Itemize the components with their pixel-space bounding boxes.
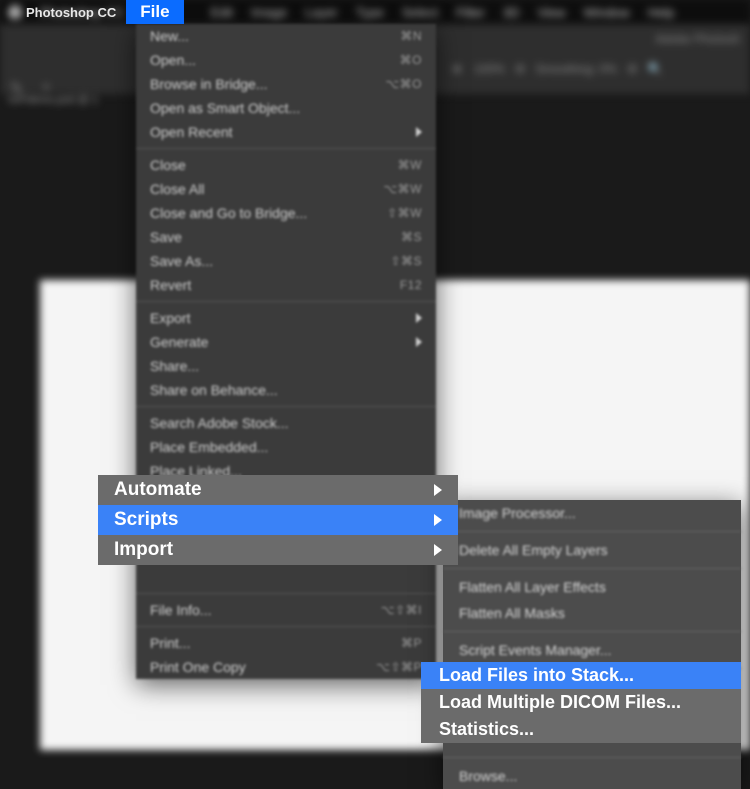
menu-item-new[interactable]: New...⌘N	[136, 24, 436, 48]
menu-item-print-one[interactable]: Print One Copy⌥⇧⌘P	[136, 655, 436, 679]
separator	[443, 568, 741, 569]
scripts-submenu: Image Processor... Delete All Empty Laye…	[443, 500, 741, 789]
scripts-submenu-focus: Load Files into Stack... Load Multiple D…	[421, 662, 741, 743]
submenu-statistics[interactable]: Statistics...	[421, 716, 741, 743]
submenu-browse[interactable]: Browse...	[443, 763, 741, 789]
menu-item-automate[interactable]: Automate	[98, 475, 458, 505]
menu-item-file-info[interactable]: File Info...⌥⇧⌘I	[136, 598, 436, 622]
separator	[136, 301, 436, 302]
menu-item-close-bridge[interactable]: Close and Go to Bridge...⇧⌘W	[136, 201, 436, 225]
chevron-right-icon	[434, 514, 442, 526]
document-tab: GIFdemo.psd @ 1	[8, 94, 98, 106]
menu-item-save[interactable]: Save⌘S	[136, 225, 436, 249]
menu-file[interactable]: File	[126, 0, 183, 24]
submenu-delete-empty[interactable]: Delete All Empty Layers	[443, 537, 741, 563]
chevron-right-icon	[434, 544, 442, 556]
separator	[443, 531, 741, 532]
app-name: Photoshop CC	[0, 5, 126, 20]
chevron-right-icon	[416, 337, 422, 347]
menu-item-scripts[interactable]: Scripts	[98, 505, 458, 535]
menu-item-close[interactable]: Close⌘W	[136, 153, 436, 177]
chevron-right-icon	[416, 127, 422, 137]
file-menu: New...⌘N Open...⌘O Browse in Bridge...⌥⌘…	[136, 24, 436, 679]
menu-item-browse-bridge[interactable]: Browse in Bridge...⌥⌘O	[136, 72, 436, 96]
submenu-load-stack[interactable]: Load Files into Stack...	[421, 662, 741, 689]
menu-item-revert[interactable]: RevertF12	[136, 273, 436, 297]
menu-item-generate[interactable]: Generate	[136, 330, 436, 354]
separator	[136, 406, 436, 407]
submenu-image-processor[interactable]: Image Processor...	[443, 500, 741, 526]
separator	[136, 593, 436, 594]
options-row: 100% ⚙ Smoothing: 0% ⚙ 🔍	[450, 62, 663, 76]
submenu-flatten-masks[interactable]: Flatten All Masks	[443, 600, 741, 626]
menu-item-print[interactable]: Print...⌘P	[136, 631, 436, 655]
separator	[443, 631, 741, 632]
menu-item-export[interactable]: Export	[136, 306, 436, 330]
submenu-load-dicom[interactable]: Load Multiple DICOM Files...	[421, 689, 741, 716]
window-title: Adobe Photosh	[655, 32, 740, 46]
menu-item-close-all[interactable]: Close All⌥⌘W	[136, 177, 436, 201]
menu-item-search-stock[interactable]: Search Adobe Stock...	[136, 411, 436, 435]
separator	[443, 757, 741, 758]
menubar-active: Photoshop CC File	[0, 0, 184, 24]
menu-item-share-behance[interactable]: Share on Behance...	[136, 378, 436, 402]
menu-item-open[interactable]: Open...⌘O	[136, 48, 436, 72]
menu-item-place-embedded[interactable]: Place Embedded...	[136, 435, 436, 459]
menu-item-open-smart[interactable]: Open as Smart Object...	[136, 96, 436, 120]
menu-item-open-recent[interactable]: Open Recent	[136, 120, 436, 144]
submenu-flatten-effects[interactable]: Flatten All Layer Effects	[443, 574, 741, 600]
menu-item-import[interactable]: Import	[98, 535, 458, 565]
chevron-right-icon	[434, 484, 442, 496]
submenu-script-events[interactable]: Script Events Manager...	[443, 637, 741, 663]
separator	[136, 626, 436, 627]
chevron-right-icon	[416, 313, 422, 323]
menu-item-save-as[interactable]: Save As...⇧⌘S	[136, 249, 436, 273]
separator	[136, 148, 436, 149]
file-menu-band: Automate Scripts Import	[98, 475, 458, 565]
menu-item-share[interactable]: Share...	[136, 354, 436, 378]
